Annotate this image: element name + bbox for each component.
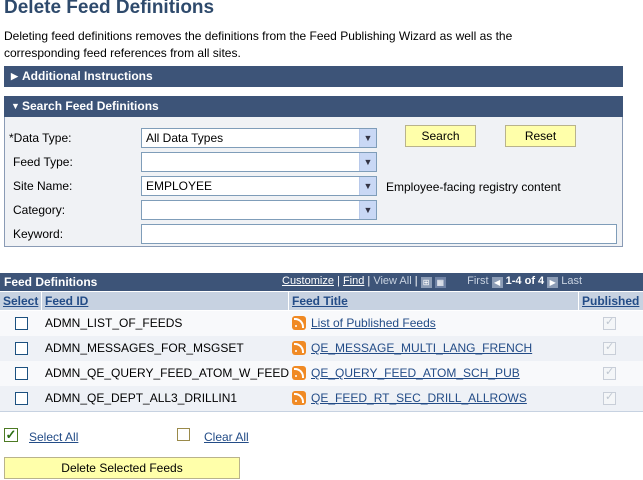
rss-icon [292, 316, 306, 330]
triangle-right-icon: ▶ [11, 71, 18, 81]
feed-type-label: Feed Type: [13, 155, 73, 169]
chevron-down-icon[interactable]: ▼ [359, 129, 376, 147]
column-header-select[interactable]: Select [0, 292, 42, 310]
separator: | [367, 275, 371, 287]
grid-navigation: Customize | Find | View All | ⊞ ▦ First … [282, 275, 582, 288]
grid-bottom-border [0, 411, 643, 412]
reset-button[interactable]: Reset [505, 125, 576, 147]
row-select-checkbox[interactable] [15, 367, 28, 380]
site-name-value: EMPLOYEE [146, 179, 213, 193]
feed-definitions-grid-header: Feed Definitions Customize | Find | View… [0, 273, 643, 291]
keyword-input[interactable] [141, 224, 617, 244]
last-label: Last [561, 275, 583, 287]
search-section-label: Search Feed Definitions [22, 99, 159, 113]
search-section-header[interactable]: ▼ Search Feed Definitions [4, 96, 623, 117]
table-row: ADMN_LIST_OF_FEEDS List of Published Fee… [0, 311, 643, 336]
published-checkbox [603, 340, 616, 355]
view-all-link[interactable]: View All [373, 275, 411, 287]
site-name-select[interactable]: EMPLOYEE ▼ [141, 176, 377, 196]
chevron-down-icon[interactable]: ▼ [359, 177, 376, 195]
rss-icon [292, 366, 306, 380]
first-label: First [467, 275, 489, 287]
data-type-label: *Data Type: [9, 131, 72, 145]
grid-title: Feed Definitions [4, 275, 98, 289]
page-title: Delete Feed Definitions [4, 0, 215, 18]
column-header-published[interactable]: Published [579, 292, 643, 310]
rss-icon [292, 391, 306, 405]
find-icon[interactable]: ⊞ [420, 277, 432, 288]
feed-type-select[interactable]: ▼ [141, 152, 377, 172]
customize-link[interactable]: Customize [282, 275, 334, 287]
category-select[interactable]: ▼ [141, 200, 377, 220]
row-select-checkbox[interactable] [15, 317, 28, 330]
chevron-down-icon[interactable]: ▼ [359, 153, 376, 171]
column-header-feed-title[interactable]: Feed Title [289, 292, 579, 310]
checkbox-checked-icon[interactable]: ✓ [4, 428, 18, 442]
separator: | [337, 275, 340, 287]
triangle-down-icon: ▼ [11, 101, 20, 111]
published-checkbox [603, 390, 616, 405]
feed-title-link[interactable]: QE_MESSAGE_MULTI_LANG_FRENCH [311, 336, 532, 361]
site-name-description: Employee-facing registry content [386, 180, 561, 194]
delete-selected-feeds-button[interactable]: Delete Selected Feeds [4, 457, 240, 479]
last-arrow-icon[interactable]: ▶ [547, 277, 559, 288]
row-select-checkbox[interactable] [15, 342, 28, 355]
feed-title-link[interactable]: List of Published Feeds [311, 311, 436, 336]
search-feed-definitions-section: ▼ Search Feed Definitions *Data Type: Al… [4, 96, 623, 247]
chevron-down-icon[interactable]: ▼ [359, 201, 376, 219]
category-label: Category: [13, 203, 66, 217]
row-select-checkbox[interactable] [15, 392, 28, 405]
search-button[interactable]: Search [405, 125, 476, 147]
clear-all-link[interactable]: Clear All [204, 430, 249, 444]
select-all-link[interactable]: Select All [29, 430, 78, 444]
feed-title-link[interactable]: QE_QUERY_FEED_ATOM_SCH_PUB [311, 361, 520, 386]
separator: | [414, 275, 418, 287]
page-description: Deleting feed definitions removes the de… [4, 29, 513, 60]
keyword-label: Keyword: [13, 227, 64, 241]
additional-instructions-label: Additional Instructions [22, 69, 153, 83]
feed-title-link[interactable]: QE_FEED_RT_SEC_DRILL_ALLROWS [311, 386, 527, 411]
grid-icon[interactable]: ▦ [434, 277, 446, 288]
feed-id-cell: ADMN_QE_DEPT_ALL3_DRILLIN1 [45, 391, 238, 405]
feed-id-cell: ADMN_LIST_OF_FEEDS [45, 316, 183, 330]
table-row: ADMN_MESSAGES_FOR_MSGSET QE_MESSAGE_MULT… [0, 336, 643, 361]
feed-id-cell: ADMN_MESSAGES_FOR_MSGSET [45, 341, 244, 355]
site-name-label: Site Name: [13, 179, 73, 193]
table-row: ADMN_QE_DEPT_ALL3_DRILLIN1 QE_FEED_RT_SE… [0, 386, 643, 411]
first-arrow-icon[interactable]: ◀ [491, 277, 503, 288]
table-row: ADMN_QE_QUERY_FEED_ATOM_W_FEED QE_QUERY_… [0, 361, 643, 386]
checkbox-empty-icon[interactable] [177, 428, 190, 441]
feed-id-cell: ADMN_QE_QUERY_FEED_ATOM_W_FEED [45, 366, 290, 380]
rss-icon [292, 341, 306, 355]
column-header-feed-id[interactable]: Feed ID [42, 292, 289, 310]
data-type-select[interactable]: All Data Types ▼ [141, 128, 377, 148]
published-checkbox [603, 365, 616, 380]
row-range: 1-4 of 4 [505, 275, 545, 287]
published-checkbox [603, 315, 616, 330]
find-link[interactable]: Find [343, 275, 364, 287]
data-type-value: All Data Types [146, 131, 224, 145]
additional-instructions-header[interactable]: ▶ Additional Instructions [4, 66, 623, 87]
